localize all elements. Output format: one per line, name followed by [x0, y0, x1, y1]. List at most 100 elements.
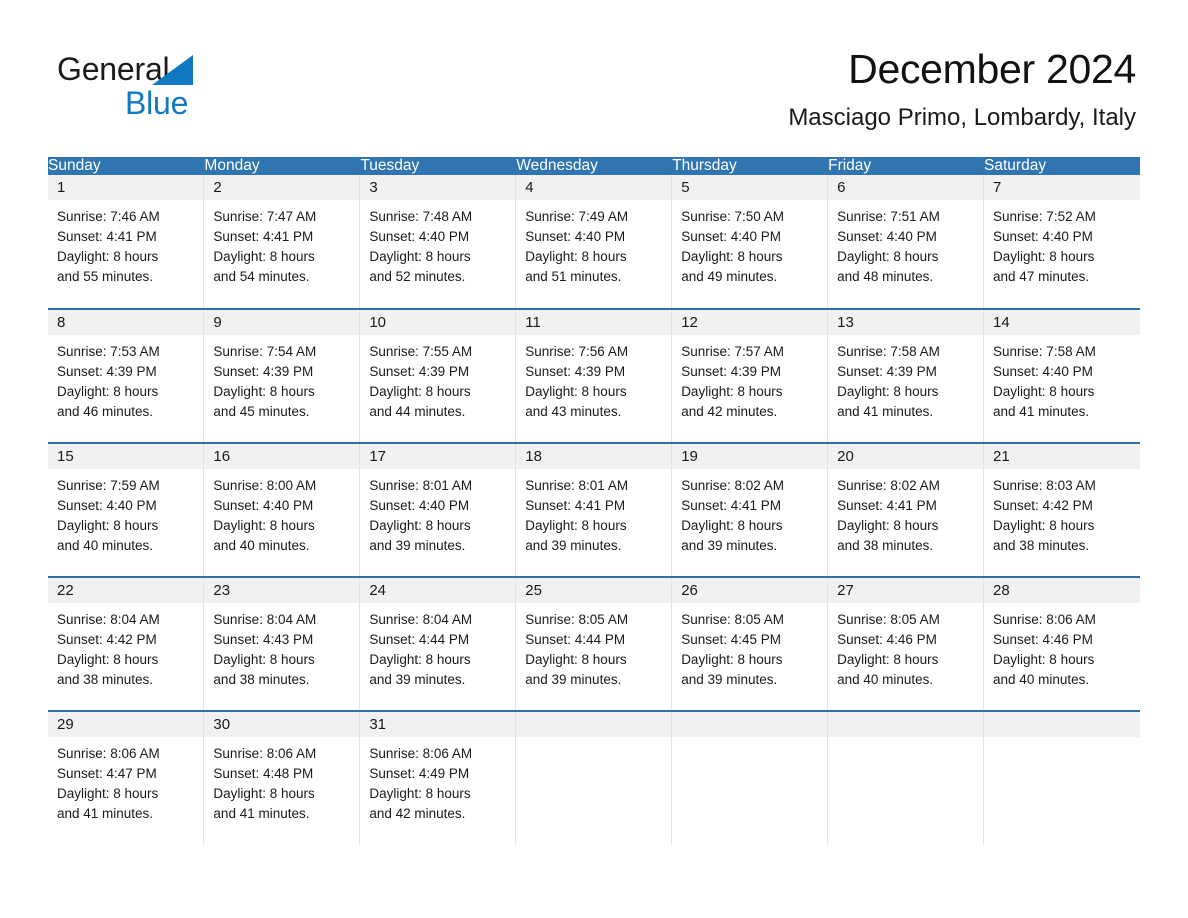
daylight-duration-line-2: and 41 minutes.	[993, 404, 1090, 419]
daylight-duration-line-1: Daylight: 8 hours	[57, 652, 159, 667]
sunset-time: Sunset: 4:40 PM	[681, 229, 781, 244]
sunset-time: Sunset: 4:39 PM	[369, 364, 470, 379]
calendar-day-cell[interactable]: 11 Sunrise: 7:56 AM Sunset: 4:39 PM Dayligh…	[515, 308, 673, 443]
daylight-duration-line-1: Daylight: 8 hours	[993, 249, 1095, 264]
sunrise-time: Sunrise: 8:01 AM	[369, 478, 473, 493]
calendar-day-cell[interactable]: 28 Sunrise: 8:06 AM Sunset: 4:46 PM Dayligh…	[983, 576, 1140, 711]
sunset-time: Sunset: 4:42 PM	[57, 632, 157, 647]
sunset-time: Sunset: 4:39 PM	[837, 364, 937, 379]
calendar-day-cell[interactable]: 2 Sunrise: 7:47 AM Sunset: 4:41 PM Daylight…	[203, 175, 361, 309]
sunrise-time: Sunrise: 8:06 AM	[369, 746, 473, 761]
daylight-duration-line-1: Daylight: 8 hours	[837, 518, 939, 533]
sunrise-time: Sunrise: 8:01 AM	[525, 478, 629, 493]
day-number: 2	[204, 175, 360, 201]
daylight-duration-line-1: Daylight: 8 hours	[213, 518, 315, 533]
logo-line-one: General	[57, 50, 257, 88]
day-number: 22	[48, 578, 204, 604]
daylight-duration-line-2: and 41 minutes.	[57, 806, 154, 821]
day-number: 12	[672, 310, 828, 336]
sunrise-time: Sunrise: 7:49 AM	[525, 209, 629, 224]
day-details: Sunrise: 8:04 AM Sunset: 4:44 PM Daylight:…	[360, 604, 515, 690]
day-number: 10	[360, 310, 516, 336]
daylight-duration-line-2: and 51 minutes.	[525, 269, 622, 284]
daylight-duration-line-2: and 40 minutes.	[57, 538, 154, 553]
day-details: Sunrise: 8:05 AM Sunset: 4:45 PM Daylight:…	[672, 604, 827, 690]
daylight-duration-line-1: Daylight: 8 hours	[993, 518, 1095, 533]
day-number: 17	[360, 444, 516, 470]
calendar-day-cell[interactable]: 18 Sunrise: 8:01 AM Sunset: 4:41 PM Dayligh…	[515, 442, 673, 577]
calendar-day-cell[interactable]: 17 Sunrise: 8:01 AM Sunset: 4:40 PM Dayligh…	[359, 442, 517, 577]
calendar-day-cell[interactable]: 14 Sunrise: 7:58 AM Sunset: 4:40 PM Dayligh…	[983, 308, 1140, 443]
day-number: 15	[48, 444, 204, 470]
calendar-day-cell[interactable]: 29 Sunrise: 8:06 AM Sunset: 4:47 PM Dayligh…	[48, 710, 205, 845]
sunrise-time: Sunrise: 7:56 AM	[525, 344, 629, 359]
calendar-day-cell[interactable]: 5 Sunrise: 7:50 AM Sunset: 4:40 PM Daylight…	[671, 175, 829, 309]
calendar-day-cell[interactable]: 25 Sunrise: 8:05 AM Sunset: 4:44 PM Dayligh…	[515, 576, 673, 711]
day-details: Sunrise: 8:02 AM Sunset: 4:41 PM Daylight:…	[828, 470, 983, 556]
calendar-day-cell[interactable]: 6 Sunrise: 7:51 AM Sunset: 4:40 PM Daylight…	[827, 175, 985, 309]
calendar-day-cell[interactable]: 26 Sunrise: 8:05 AM Sunset: 4:45 PM Dayligh…	[671, 576, 829, 711]
calendar-day-cell-empty	[515, 710, 673, 845]
calendar-day-cell[interactable]: 9 Sunrise: 7:54 AM Sunset: 4:39 PM Daylight…	[203, 308, 361, 443]
calendar-day-cell[interactable]: 8 Sunrise: 7:53 AM Sunset: 4:39 PM Daylight…	[48, 308, 205, 443]
sunrise-time: Sunrise: 8:05 AM	[681, 612, 784, 627]
calendar-day-cell[interactable]: 23 Sunrise: 8:04 AM Sunset: 4:43 PM Dayligh…	[203, 576, 361, 711]
calendar-day-cell[interactable]: 20 Sunrise: 8:02 AM Sunset: 4:41 PM Dayligh…	[827, 442, 985, 577]
sunset-time: Sunset: 4:43 PM	[213, 632, 314, 647]
sunrise-time: Sunrise: 7:50 AM	[681, 209, 784, 224]
day-details: Sunrise: 7:58 AM Sunset: 4:39 PM Daylight:…	[828, 336, 983, 422]
day-number: 25	[516, 578, 672, 604]
calendar-day-cell[interactable]: 27 Sunrise: 8:05 AM Sunset: 4:46 PM Dayligh…	[827, 576, 985, 711]
calendar-day-cell[interactable]: 7 Sunrise: 7:52 AM Sunset: 4:40 PM Daylight…	[983, 175, 1140, 309]
sunset-time: Sunset: 4:41 PM	[213, 229, 314, 244]
day-number: 19	[672, 444, 828, 470]
daylight-duration-line-2: and 46 minutes.	[57, 404, 154, 419]
calendar-day-cell[interactable]: 13 Sunrise: 7:58 AM Sunset: 4:39 PM Dayligh…	[827, 308, 985, 443]
calendar-day-cell[interactable]: 4 Sunrise: 7:49 AM Sunset: 4:40 PM Daylight…	[515, 175, 673, 309]
day-details: Sunrise: 7:49 AM Sunset: 4:40 PM Daylight:…	[516, 201, 671, 287]
daylight-duration-line-1: Daylight: 8 hours	[369, 652, 471, 667]
calendar-day-cell[interactable]: 10 Sunrise: 7:55 AM Sunset: 4:39 PM Dayligh…	[359, 308, 517, 443]
day-number: 20	[828, 444, 984, 470]
weekday-header-saturday: Saturday	[983, 157, 1140, 175]
sunset-time: Sunset: 4:41 PM	[837, 498, 937, 513]
sunset-time: Sunset: 4:39 PM	[525, 364, 626, 379]
day-details: Sunrise: 7:47 AM Sunset: 4:41 PM Daylight:…	[204, 201, 359, 287]
daylight-duration-line-2: and 42 minutes.	[369, 806, 466, 821]
calendar-day-cell[interactable]: 19 Sunrise: 8:02 AM Sunset: 4:41 PM Dayligh…	[671, 442, 829, 577]
sunrise-time: Sunrise: 7:53 AM	[57, 344, 160, 359]
sunset-time: Sunset: 4:46 PM	[837, 632, 937, 647]
calendar-day-cell[interactable]: 22 Sunrise: 8:04 AM Sunset: 4:42 PM Dayligh…	[48, 576, 205, 711]
calendar-day-cell[interactable]: 16 Sunrise: 8:00 AM Sunset: 4:40 PM Dayligh…	[203, 442, 361, 577]
calendar-day-cell[interactable]: 24 Sunrise: 8:04 AM Sunset: 4:44 PM Dayligh…	[359, 576, 517, 711]
calendar-day-cell-empty	[983, 710, 1140, 845]
calendar-day-cell[interactable]: 30 Sunrise: 8:06 AM Sunset: 4:48 PM Dayligh…	[203, 710, 361, 845]
page-header: General Blue December 2024 Masciago Prim…	[0, 0, 1188, 131]
daylight-duration-line-1: Daylight: 8 hours	[525, 518, 627, 533]
day-details: Sunrise: 8:05 AM Sunset: 4:46 PM Daylight:…	[828, 604, 983, 690]
calendar-day-cell[interactable]: 21 Sunrise: 8:03 AM Sunset: 4:42 PM Dayligh…	[983, 442, 1140, 577]
calendar-day-cell[interactable]: 15 Sunrise: 7:59 AM Sunset: 4:40 PM Dayligh…	[48, 442, 205, 577]
daylight-duration-line-1: Daylight: 8 hours	[681, 249, 783, 264]
day-details: Sunrise: 8:02 AM Sunset: 4:41 PM Daylight:…	[672, 470, 827, 556]
daylight-duration-line-1: Daylight: 8 hours	[57, 249, 159, 264]
day-details	[828, 738, 983, 744]
sunrise-sunset-calendar: Sunday Monday Tuesday Wednesday Thursday…	[48, 157, 1140, 845]
daylight-duration-line-2: and 38 minutes.	[993, 538, 1090, 553]
daylight-duration-line-2: and 38 minutes.	[837, 538, 934, 553]
calendar-week-row: 22 Sunrise: 8:04 AM Sunset: 4:42 PM Dayligh…	[48, 576, 1140, 711]
calendar-day-cell[interactable]: 3 Sunrise: 7:48 AM Sunset: 4:40 PM Daylight…	[359, 175, 517, 309]
day-number	[672, 712, 828, 738]
day-details: Sunrise: 8:04 AM Sunset: 4:42 PM Daylight:…	[48, 604, 203, 690]
sunrise-time: Sunrise: 8:02 AM	[681, 478, 784, 493]
calendar-day-cell[interactable]: 31 Sunrise: 8:06 AM Sunset: 4:49 PM Dayligh…	[359, 710, 517, 845]
daylight-duration-line-2: and 52 minutes.	[369, 269, 466, 284]
daylight-duration-line-1: Daylight: 8 hours	[837, 384, 939, 399]
logo-line-two: Blue	[57, 84, 257, 122]
day-number: 18	[516, 444, 672, 470]
daylight-duration-line-2: and 43 minutes.	[525, 404, 622, 419]
calendar-day-cell[interactable]: 12 Sunrise: 7:57 AM Sunset: 4:39 PM Dayligh…	[671, 308, 829, 443]
day-number: 29	[48, 712, 204, 738]
calendar-day-cell[interactable]: 1 Sunrise: 7:46 AM Sunset: 4:41 PM Daylight…	[48, 175, 205, 309]
day-number: 7	[984, 175, 1140, 201]
